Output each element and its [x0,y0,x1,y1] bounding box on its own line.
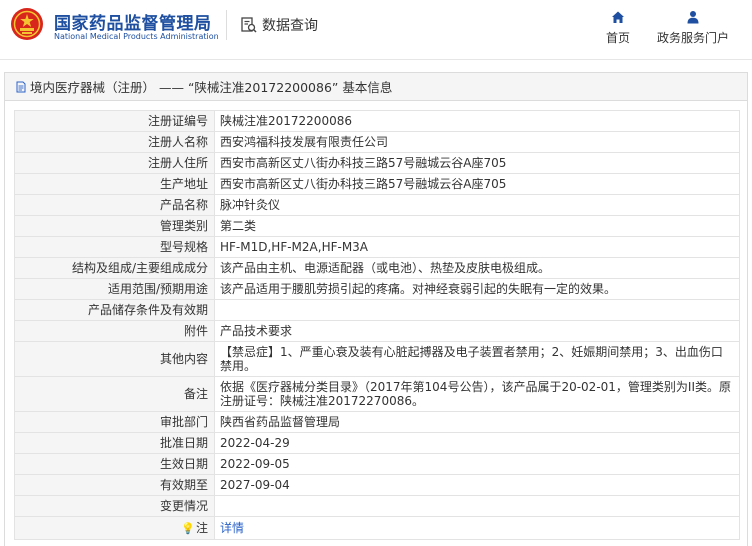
row-value: 西安市高新区丈八街办科技三路57号融城云谷A座705 [214,173,740,195]
row-value: 2022-04-29 [214,432,740,454]
row-value: 脉冲针灸仪 [214,194,740,216]
table-row: 产品名称 脉冲针灸仪 [14,194,740,216]
row-value: 西安鸿福科技发展有限责任公司 [214,131,740,153]
row-label: 生效日期 [14,453,215,475]
data-query-label: 数据查询 [262,18,318,34]
table-row: 结构及组成/主要组成成分 该产品由主机、电源适配器（或电池）、热垫及皮肤电极组成。 [14,257,740,279]
table-row: 附件 产品技术要求 [14,320,740,342]
table-row: 管理类别 第二类 [14,215,740,237]
row-label: 结构及组成/主要组成成分 [14,257,215,279]
table-row: 有效期至 2027-09-04 [14,474,740,496]
row-label: 有效期至 [14,474,215,496]
row-label: 注册人名称 [14,131,215,153]
row-value: 2022-09-05 [214,453,740,475]
note-value-cell: 详情 [214,516,740,540]
table-row: 型号规格 HF-M1D,HF-M2A,HF-M3A [14,236,740,258]
site-title-cn[interactable]: 国家药品监督管理局 [54,9,212,34]
table-row: 变更情况 [14,495,740,517]
site-title-en[interactable]: National Medical Products Administration [54,32,219,41]
row-value: 陕西省药品监督管理局 [214,411,740,433]
table-row: 产品储存条件及有效期 [14,299,740,321]
panel-title: 境内医疗器械（注册） —— “陕械注准20172200086” 基本信息 [5,73,747,101]
home-icon [612,11,624,23]
table-row: 审批部门 陕西省药品监督管理局 [14,411,740,433]
detail-panel: 境内医疗器械（注册） —— “陕械注准20172200086” 基本信息 注册证… [4,72,748,546]
nav-home-label: 首页 [605,31,630,45]
row-label: 产品储存条件及有效期 [14,299,215,321]
site-header: 国家药品监督管理局 National Medical Products Admi… [0,0,752,60]
search-document-icon [241,17,257,33]
row-label: 注册证编号 [14,110,215,132]
row-value: 第二类 [214,215,740,237]
row-value: 西安市高新区丈八街办科技三路57号融城云谷A座705 [214,152,740,174]
row-value [214,299,740,321]
table-row: 备注 依据《医疗器械分类目录》（2017年第104号公告），该产品属于20-02-… [14,376,740,412]
row-value: 陕械注准20172200086 [214,110,740,132]
row-value: 该产品由主机、电源适配器（或电池）、热垫及皮肤电极组成。 [214,257,740,279]
row-value [214,495,740,517]
row-label: 生产地址 [14,173,215,195]
user-icon [687,11,699,24]
header-divider [226,10,227,40]
row-value: 依据《医疗器械分类目录》（2017年第104号公告），该产品属于20-02-01… [214,376,740,412]
table-row: 适用范围/预期用途 该产品适用于腰肌劳损引起的疼痛。对神经衰弱引起的失眠有一定的效… [14,278,740,300]
row-label: 型号规格 [14,236,215,258]
note-label: 注 [195,520,208,535]
row-label: 附件 [14,320,215,342]
row-value: HF-M1D,HF-M2A,HF-M3A [214,236,740,258]
row-label: 变更情况 [14,495,215,517]
row-label: 注册人住所 [14,152,215,174]
row-label: 管理类别 [14,215,215,237]
row-value: 【禁忌症】1、严重心衰及装有心脏起搏器及电子装置者禁用；2、妊娠期间禁用；3、出… [214,341,740,377]
table-row: 生效日期 2022-09-05 [14,453,740,475]
row-label: 批准日期 [14,432,215,454]
data-query-link[interactable]: 数据查询 [240,15,318,35]
row-value: 2027-09-04 [214,474,740,496]
table-row: 注册人住所 西安市高新区丈八街办科技三路57号融城云谷A座705 [14,152,740,174]
nav-home[interactable]: 首页 [603,10,633,46]
table-row-note: 💡注 详情 [14,516,740,540]
row-label: 产品名称 [14,194,215,216]
row-value: 产品技术要求 [214,320,740,342]
national-emblem-icon [11,8,43,40]
details-link[interactable]: 详情 [220,521,244,535]
table-row: 注册证编号 陕械注准20172200086 [14,110,740,132]
table-row: 批准日期 2022-04-29 [14,432,740,454]
row-label: 备注 [14,376,215,412]
panel-title-text: 境内医疗器械（注册） —— “陕械注准20172200086” 基本信息 [30,80,393,95]
note-label-cell: 💡注 [14,516,215,540]
table-row: 生产地址 西安市高新区丈八街办科技三路57号融城云谷A座705 [14,173,740,195]
document-icon [16,81,26,92]
nav-service-portal-label: 政务服务门户 [656,31,729,45]
row-label: 适用范围/预期用途 [14,278,215,300]
row-value: 该产品适用于腰肌劳损引起的疼痛。对神经衰弱引起的失眠有一定的效果。 [214,278,740,300]
lightbulb-icon: 💡 [181,521,195,535]
info-table: 注册证编号 陕械注准20172200086 注册人名称 西安鸿福科技发展有限责任公司… [14,110,740,540]
nav-service-portal[interactable]: 政务服务门户 [655,10,731,46]
row-label: 审批部门 [14,411,215,433]
table-row: 其他内容 【禁忌症】1、严重心衰及装有心脏起搏器及电子装置者禁用；2、妊娠期间禁用… [14,341,740,377]
table-row: 注册人名称 西安鸿福科技发展有限责任公司 [14,131,740,153]
row-label: 其他内容 [14,341,215,377]
